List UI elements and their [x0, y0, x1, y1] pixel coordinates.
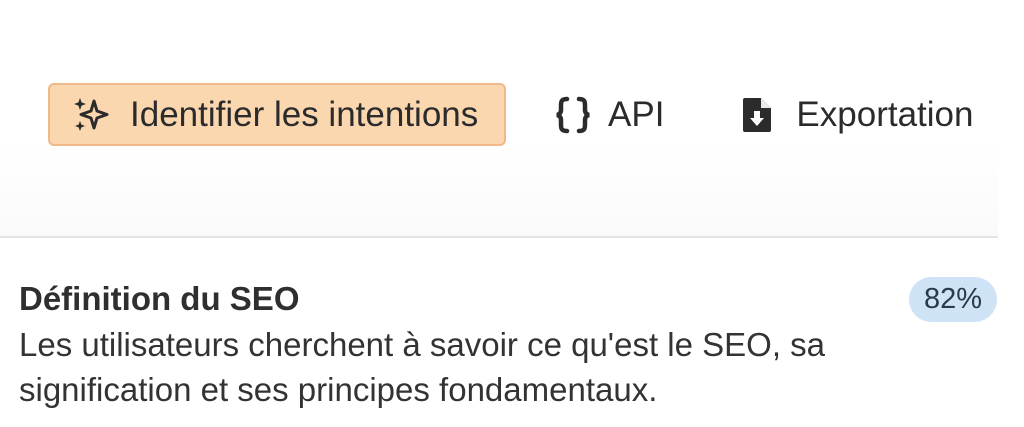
api-label: API — [608, 94, 665, 134]
action-toolbar: Identifier les intentions API Exportatio… — [48, 82, 975, 147]
identify-intents-button[interactable]: Identifier les intentions — [48, 83, 506, 146]
intent-title: Définition du SEO — [19, 280, 300, 317]
curly-braces-icon — [554, 96, 592, 134]
export-button[interactable]: Exportation — [738, 83, 975, 146]
toolbar-area: Identifier les intentions API Exportatio… — [0, 0, 998, 238]
api-button[interactable]: API — [552, 83, 666, 146]
export-label: Exportation — [796, 94, 974, 134]
intent-description: Les utilisateurs cherchent à savoir ce q… — [19, 326, 826, 408]
sparkles-icon — [72, 96, 112, 134]
score-badge: 82% — [908, 277, 997, 322]
identify-intents-label: Identifier les intentions — [130, 94, 479, 134]
file-download-icon — [740, 96, 774, 134]
intent-card: Définition du SEO 82% Les utilisateurs c… — [19, 276, 997, 412]
